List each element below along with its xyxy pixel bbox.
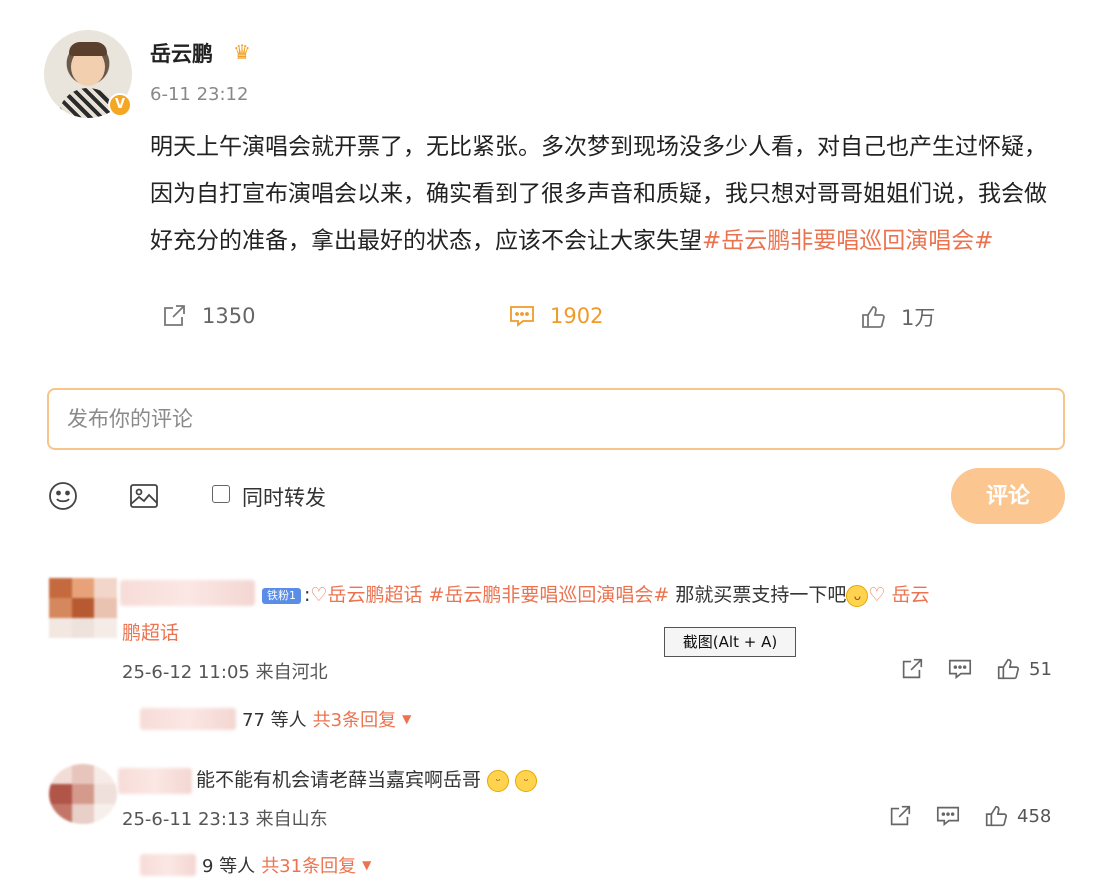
comment-count: 1902 [550,304,604,328]
comment-icon[interactable] [947,656,973,682]
verified-badge-icon: V [108,93,132,117]
like-button[interactable]: 1万 [859,302,935,332]
post-hashtag[interactable]: #岳云鹏非要唱巡回演唱会# [702,228,994,254]
comment-tag-supertopic-2a[interactable]: 岳云 [892,584,930,606]
replies-toggle[interactable]: 77 等人 共3条回复 ▼ [140,706,411,732]
comment-body: 能不能有机会请老薛当嘉宾啊岳哥 [196,769,482,791]
post-text: 明天上午演唱会就开票了，无比紧张。多次梦到现场没多少人看，对自己也产生过怀疑，因… [150,124,1065,265]
comment-input[interactable]: 发布你的评论 [47,388,1065,450]
comment-button[interactable]: 1902 [508,302,603,330]
comment-actions: 458 [887,803,1051,829]
repost-checkbox[interactable] [212,485,230,503]
repost-icon[interactable] [899,656,925,682]
repost-checkbox-label[interactable]: 同时转发 [242,482,326,512]
thumbs-up-icon [985,805,1008,827]
comment-tag-supertopic-2b[interactable]: 鹏超话 [122,622,179,644]
like-count: 1万 [901,306,936,330]
replier-name-blurred [140,854,196,876]
comment-icon[interactable] [935,803,961,829]
post-time[interactable]: 6-11 23:12 [150,84,248,105]
comment-meta: 25-6-11 23:13 来自山东 [122,809,328,830]
thumbs-up-icon [862,306,885,328]
comment-like-count: 458 [1017,805,1052,827]
replies-toggle[interactable]: 9 等人 共31条回复 ▼ [140,852,371,878]
replier-names: 9 等人 [202,856,256,877]
repost-count: 1350 [202,304,256,328]
chevron-down-icon: ▼ [402,712,412,726]
thumbs-up-icon [997,658,1020,680]
comment-meta: 25-6-12 11:05 来自河北 [122,662,328,683]
comment-tag-supertopic[interactable]: 岳云鹏超话 [327,584,422,606]
comment-like-button[interactable]: 458 [983,803,1051,829]
commenter-name-blurred[interactable] [118,768,192,794]
heart-icon: ♡ [310,584,328,606]
author-name[interactable]: 岳云鹏 [150,38,213,68]
commenter-avatar[interactable] [49,764,117,824]
comment-hashtag[interactable]: #岳云鹏非要唱巡回演唱会# [429,584,670,606]
comment-body: 那就买票支持一下吧 [675,584,847,606]
crying-emoji-icon: ᴗ [846,584,869,607]
screenshot-tooltip: 截图(Alt + A) [664,627,796,657]
comment-text: 能不能有机会请老薛当嘉宾啊岳哥 ᵕ ᵕ [196,761,538,799]
replier-names: 77 等人 [242,710,307,731]
commenter-name-blurred[interactable] [120,580,255,606]
comment-text-line2: 鹏超话 [122,614,179,652]
smile-emoji-icon: ᵕ [487,769,510,792]
replier-name-blurred [140,708,236,730]
comment-text: 铁粉1:♡岳云鹏超话 #岳云鹏非要唱巡回演唱会# 那就买票支持一下吧 ᴗ ♡ 岳云 [262,576,1062,614]
reply-count: 共31条回复 [261,856,357,877]
comment-icon [510,306,534,327]
image-icon[interactable] [128,480,160,512]
comment-actions: 51 [899,656,1052,682]
reply-count: 共3条回复 [312,710,397,731]
comment-like-button[interactable]: 51 [995,656,1052,682]
fan-badge: 铁粉1 [262,587,301,604]
repost-icon[interactable] [887,803,913,829]
comment-like-count: 51 [1029,658,1052,680]
vip-crown-icon: ♛ [233,40,251,64]
chevron-down-icon: ▼ [362,858,372,872]
smile-emoji-icon: ᵕ [515,769,538,792]
submit-comment-button[interactable]: 评论 [951,468,1065,524]
repost-button[interactable]: 1350 [160,302,255,330]
commenter-avatar[interactable] [49,578,117,638]
emoji-icon[interactable] [47,480,79,512]
heart-icon: ♡ [868,584,886,606]
repost-icon [164,305,185,326]
